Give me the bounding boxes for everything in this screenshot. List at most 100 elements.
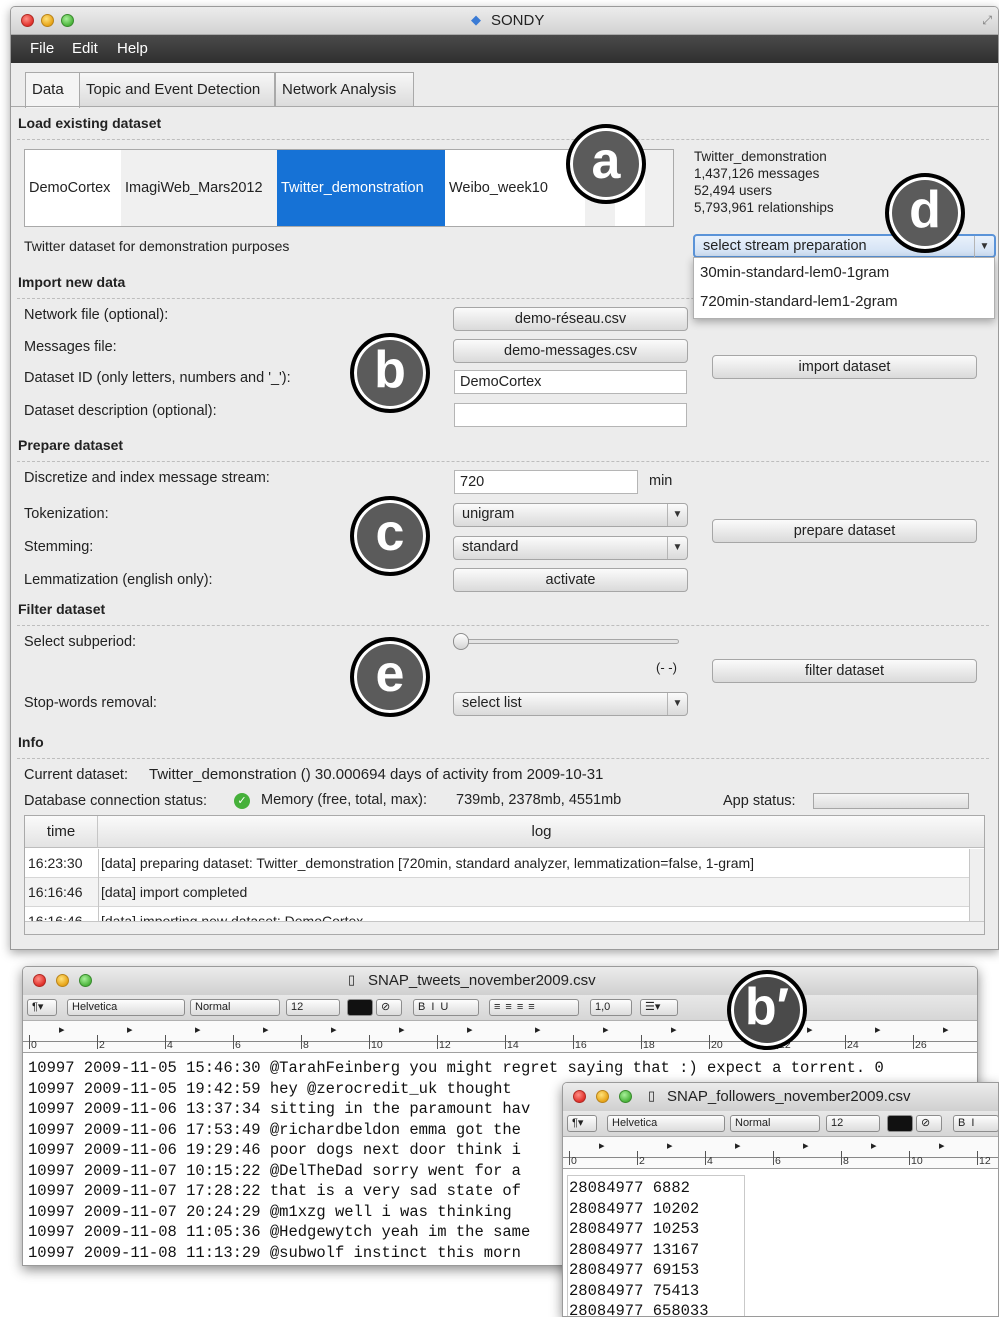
horizontal-scrollbar[interactable] — [25, 921, 984, 934]
close-window-icon[interactable] — [33, 974, 46, 987]
tab-stop-icon[interactable]: ▸ — [807, 1023, 813, 1036]
zoom-window-icon[interactable] — [79, 974, 92, 987]
discretize-field[interactable]: 720 — [454, 470, 638, 494]
tab-network-analysis[interactable]: Network Analysis — [275, 72, 414, 106]
document-icon: ▯ — [348, 972, 356, 987]
app-status-label: App status: — [723, 793, 796, 809]
paragraph-style-icon[interactable]: ¶▾ — [27, 999, 57, 1016]
tab-stop-icon[interactable]: ▸ — [535, 1023, 541, 1036]
text-line: 10997 2009-11-07 17:28:22 that is a very… — [28, 1182, 521, 1200]
tokenization-select[interactable]: unigram ▼ — [453, 503, 688, 527]
tab-stop-icon[interactable]: ▸ — [603, 1023, 609, 1036]
bold-italic-buttons[interactable]: BI — [953, 1115, 998, 1132]
tab-stop-icon[interactable]: ▸ — [671, 1023, 677, 1036]
zoom-window-icon[interactable] — [61, 14, 74, 27]
ruler-label: 4 — [707, 1155, 713, 1167]
discretize-label: Discretize and index message stream: — [24, 470, 270, 486]
subperiod-slider-thumb[interactable] — [453, 633, 469, 650]
menu-edit[interactable]: Edit — [72, 40, 98, 57]
dataset-id-field[interactable]: DemoCortex — [454, 370, 687, 394]
stopwords-select[interactable]: select list ▼ — [453, 692, 688, 716]
font-family-select[interactable]: Helvetica — [607, 1115, 725, 1132]
dataset-item[interactable]: ImagiWeb_Mars2012 — [121, 150, 277, 226]
tab-stop-icon[interactable]: ▸ — [599, 1139, 605, 1152]
tab-stop-icon[interactable]: ▸ — [263, 1023, 269, 1036]
stemming-select[interactable]: standard ▼ — [453, 536, 688, 560]
list-stripe — [645, 150, 673, 226]
import-section-title: Import new data — [18, 274, 126, 290]
tab-stop-icon[interactable]: ▸ — [871, 1139, 877, 1152]
highlight-color-icon[interactable]: ⊘ — [916, 1115, 942, 1132]
tab-stop-icon[interactable]: ▸ — [467, 1023, 473, 1036]
font-size-select[interactable]: 12 — [826, 1115, 880, 1132]
bold-italic-underline-buttons[interactable]: BIU — [413, 999, 479, 1016]
vertical-scrollbar[interactable] — [969, 849, 984, 922]
text-line: 10997 2009-11-06 13:37:34 sitting in the… — [28, 1100, 531, 1118]
dataset-item-selected[interactable]: Twitter_demonstration — [277, 150, 445, 226]
column-header-time[interactable]: time — [25, 816, 98, 848]
tab-stop-icon[interactable]: ▸ — [875, 1023, 881, 1036]
tab-stop-icon[interactable]: ▸ — [331, 1023, 337, 1036]
highlight-color-icon[interactable]: ⊘ — [376, 999, 402, 1016]
minimize-window-icon[interactable] — [41, 14, 54, 27]
stream-option[interactable]: 720min-standard-lem1-2gram — [700, 293, 898, 310]
list-style-icon[interactable]: ☰▾ — [640, 999, 678, 1016]
prepare-dataset-button[interactable]: prepare dataset — [712, 519, 977, 543]
row-message: [data] import completed — [101, 884, 248, 900]
ruler-label: 6 — [235, 1039, 241, 1051]
table-row[interactable]: 16:23:30 [data] preparing dataset: Twitt… — [25, 849, 969, 878]
text-color-swatch[interactable] — [887, 1115, 913, 1132]
stream-select-value: select stream preparation — [703, 238, 867, 254]
dataset-description-field[interactable] — [454, 403, 687, 427]
tab-stop-icon[interactable]: ▸ — [59, 1023, 65, 1036]
font-style-select[interactable]: Normal — [190, 999, 280, 1016]
tab-stop-icon[interactable]: ▸ — [195, 1023, 201, 1036]
filter-dataset-button[interactable]: filter dataset — [712, 659, 977, 683]
ruler-label: 12 — [439, 1039, 451, 1051]
tab-stop-icon[interactable]: ▸ — [127, 1023, 133, 1036]
tab-stop-icon[interactable]: ▸ — [399, 1023, 405, 1036]
text-color-swatch[interactable] — [347, 999, 373, 1016]
minimize-window-icon[interactable] — [56, 974, 69, 987]
tab-stop-icon[interactable]: ▸ — [939, 1139, 945, 1152]
close-window-icon[interactable] — [573, 1090, 586, 1103]
import-dataset-button[interactable]: import dataset — [712, 355, 977, 379]
font-family-select[interactable]: Helvetica — [67, 999, 185, 1016]
table-row[interactable]: 16:16:46 [data] import completed — [25, 878, 969, 907]
callout-d: d — [885, 173, 965, 253]
alignment-buttons[interactable]: ≡≡≡≡ — [489, 999, 579, 1016]
activate-lemmatization-button[interactable]: activate — [453, 568, 688, 592]
menu-file[interactable]: File — [30, 40, 54, 57]
chevron-down-icon: ▼ — [667, 504, 687, 526]
tab-stop-icon[interactable]: ▸ — [943, 1023, 949, 1036]
filter-section-title: Filter dataset — [18, 601, 106, 617]
dataset-item[interactable]: DemoCortex — [25, 150, 121, 226]
close-window-icon[interactable] — [21, 14, 34, 27]
divider — [17, 758, 989, 759]
text-line: 28084977 69153 — [569, 1261, 700, 1279]
messages-file-button[interactable]: demo-messages.csv — [453, 339, 688, 363]
dataset-item[interactable]: Weibo_week10 — [445, 150, 557, 226]
paragraph-style-icon[interactable]: ¶▾ — [567, 1115, 597, 1132]
font-style-select[interactable]: Normal — [730, 1115, 820, 1132]
zoom-window-icon[interactable] — [619, 1090, 632, 1103]
fullscreen-icon[interactable]: ⤢ — [982, 13, 992, 28]
network-file-button[interactable]: demo-réseau.csv — [453, 307, 688, 331]
ruler-tick — [437, 1035, 438, 1049]
callout-e: e — [350, 637, 430, 717]
subperiod-slider-track[interactable] — [453, 639, 679, 644]
column-header-log[interactable]: log — [98, 816, 984, 848]
tab-data[interactable]: Data — [25, 72, 80, 108]
tab-stop-icon[interactable]: ▸ — [803, 1139, 809, 1152]
dataset-description-label: Dataset description (optional): — [24, 403, 217, 419]
info-name: Twitter_demonstration — [694, 149, 827, 164]
tab-topic-event-detection[interactable]: Topic and Event Detection — [79, 72, 275, 106]
menu-help[interactable]: Help — [117, 40, 148, 57]
tab-stop-icon[interactable]: ▸ — [667, 1139, 673, 1152]
minimize-window-icon[interactable] — [596, 1090, 609, 1103]
stream-option[interactable]: 30min-standard-lem0-1gram — [700, 264, 889, 281]
font-size-select[interactable]: 12 — [286, 999, 340, 1016]
tab-stop-icon[interactable]: ▸ — [735, 1139, 741, 1152]
line-spacing-select[interactable]: 1,0 — [590, 999, 632, 1016]
network-file-label: Network file (optional): — [24, 307, 169, 323]
